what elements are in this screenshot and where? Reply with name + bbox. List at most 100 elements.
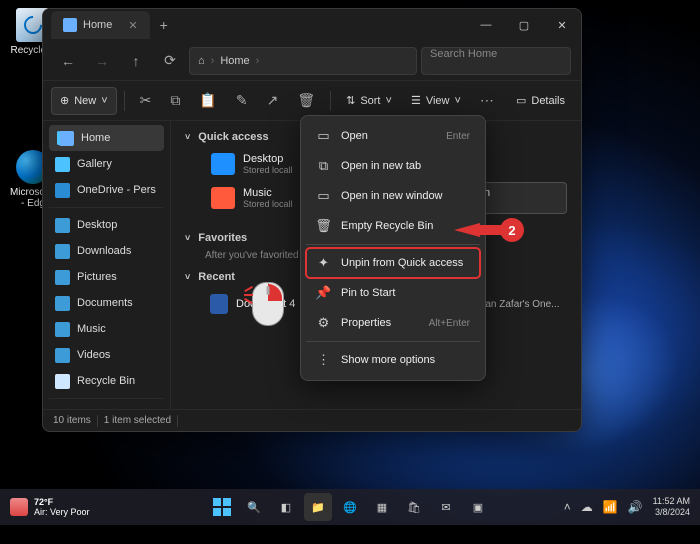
breadcrumb[interactable]: ⌂› Home›: [189, 47, 417, 75]
titlebar[interactable]: Home ✕ + — ▢ ✕: [43, 9, 581, 41]
context-menu-item[interactable]: 📌 Pin to Start: [306, 278, 480, 308]
menu-icon: ▭: [316, 189, 331, 204]
close-button[interactable]: ✕: [543, 9, 581, 41]
menu-shortcut: Enter: [446, 131, 470, 142]
folder-icon: [55, 218, 70, 233]
sort-button[interactable]: ⇅ Sort ˅: [338, 87, 400, 115]
up-button[interactable]: ↑: [121, 46, 151, 76]
sidebar-item[interactable]: Videos: [49, 342, 164, 368]
tray-onedrive-icon[interactable]: ☁: [581, 500, 593, 514]
taskbar-edge[interactable]: 🌐: [336, 493, 364, 521]
folder-icon: [211, 187, 235, 209]
sidebar-item[interactable]: Recycle Bin: [49, 368, 164, 394]
forward-button[interactable]: →: [87, 46, 117, 76]
sidebar-item[interactable]: Documents: [49, 290, 164, 316]
refresh-button[interactable]: ⟳: [155, 46, 185, 76]
taskbar-weather[interactable]: 72°FAir: Very Poor: [10, 497, 90, 517]
tab-home[interactable]: Home ✕: [51, 11, 150, 39]
context-menu: ▭ Open Enter ⧉ Open in new tab ▭Open in new w…: [300, 115, 486, 381]
taskbar[interactable]: 72°FAir: Very Poor 🔍 ◧ 📁 🌐 ▦ 🛍 ✉ ▣ ˄ ☁ 📶…: [0, 489, 700, 525]
tray-volume-icon[interactable]: 🔊: [628, 500, 643, 514]
sidebar-item-label: Downloads: [77, 245, 131, 257]
share-button[interactable]: ↗: [259, 87, 287, 115]
delete-button[interactable]: 🗑: [289, 87, 323, 115]
menu-label: Open: [341, 130, 368, 142]
back-button[interactable]: ←: [53, 46, 83, 76]
status-selection: 1 item selected: [104, 415, 171, 426]
annotation-callout: 2: [454, 218, 524, 242]
taskbar-clock[interactable]: 11:52 AM 3/8/2024: [653, 496, 690, 518]
taskbar-app[interactable]: ✉: [432, 493, 460, 521]
menu-icon: ⧉: [316, 159, 331, 174]
menu-label: Open in new tab: [341, 160, 421, 172]
taskbar-app[interactable]: ▣: [464, 493, 492, 521]
nav-sidebar: Home GalleryOneDrive - Pers Desktop Downloa…: [43, 121, 171, 409]
sidebar-item[interactable]: Pictures: [49, 264, 164, 290]
annotation-badge: 2: [500, 218, 524, 242]
breadcrumb-segment[interactable]: Home: [220, 55, 249, 67]
menu-icon: ▭: [316, 129, 331, 144]
nav-toolbar: ← → ↑ ⟳ ⌂› Home› Search Home: [43, 41, 581, 81]
context-menu-item[interactable]: ▭Open in new window: [306, 181, 480, 211]
sidebar-item[interactable]: Desktop: [49, 212, 164, 238]
folder-icon: [55, 374, 70, 389]
details-button[interactable]: ▭ Details: [508, 87, 573, 115]
sidebar-item-label: Music: [77, 323, 106, 335]
home-icon: ⌂: [198, 55, 205, 67]
context-menu-item[interactable]: ✦Unpin from Quick access: [306, 248, 480, 278]
sidebar-item[interactable]: Gallery: [49, 151, 164, 177]
tray-chevron-icon[interactable]: ˄: [564, 500, 571, 514]
menu-shortcut: Alt+Enter: [429, 318, 470, 329]
mouse-illustration: [252, 282, 284, 326]
taskbar-taskview[interactable]: ◧: [272, 493, 300, 521]
new-tab-button[interactable]: +: [160, 17, 168, 33]
item-subtitle: Stored locall: [243, 199, 293, 209]
more-button[interactable]: ⋯: [472, 87, 502, 115]
view-button[interactable]: ☰ View ˅: [403, 87, 469, 115]
menu-icon: ⋮: [316, 353, 331, 368]
folder-icon: [55, 157, 70, 172]
sidebar-item[interactable]: Downloads: [49, 238, 164, 264]
folder-icon: [55, 322, 70, 337]
maximize-button[interactable]: ▢: [505, 9, 543, 41]
system-tray[interactable]: ˄ ☁ 📶 🔊 11:52 AM 3/8/2024: [564, 496, 690, 518]
weather-icon: [10, 498, 28, 516]
sidebar-item[interactable]: Music: [49, 316, 164, 342]
sidebar-item[interactable]: Home: [49, 125, 164, 151]
start-button[interactable]: [208, 493, 236, 521]
item-name: Music: [243, 187, 293, 199]
sidebar-item-label: Home: [81, 132, 110, 144]
arrow-icon: [454, 223, 480, 237]
context-menu-item[interactable]: ▭ Open Enter: [306, 121, 480, 151]
menu-icon: 📌: [316, 286, 331, 301]
taskbar-app[interactable]: ▦: [368, 493, 396, 521]
context-menu-item[interactable]: ⚙PropertiesAlt+Enter: [306, 308, 480, 338]
tray-wifi-icon[interactable]: 📶: [603, 500, 618, 514]
taskbar-explorer[interactable]: 📁: [304, 493, 332, 521]
close-tab-icon[interactable]: ✕: [128, 19, 137, 32]
taskbar-search[interactable]: 🔍: [240, 493, 268, 521]
status-item-count: 10 items: [53, 415, 91, 426]
folder-icon: [55, 296, 70, 311]
menu-label: Empty Recycle Bin: [341, 220, 433, 232]
copy-button[interactable]: ⧉: [162, 87, 188, 115]
folder-icon: [211, 153, 235, 175]
context-menu-item[interactable]: ⋮Show more options: [306, 345, 480, 375]
new-button[interactable]: ⊕ New ˅: [51, 87, 117, 115]
menu-label: Pin to Start: [341, 287, 395, 299]
folder-icon: [55, 183, 70, 198]
sidebar-item-label: Pictures: [77, 271, 117, 283]
minimize-button[interactable]: —: [467, 9, 505, 41]
taskbar-store[interactable]: 🛍: [400, 493, 428, 521]
search-input[interactable]: Search Home: [421, 47, 571, 75]
folder-icon: [55, 348, 70, 363]
paste-button[interactable]: 📋: [191, 87, 224, 115]
cut-button[interactable]: ✂: [132, 87, 160, 115]
sidebar-item-label: Desktop: [77, 219, 117, 231]
rename-button[interactable]: ✎: [228, 87, 256, 115]
sidebar-item[interactable]: OneDrive - Pers: [49, 177, 164, 203]
context-menu-item[interactable]: ⧉ Open in new tab: [306, 151, 480, 181]
item-subtitle: Stored locall: [243, 165, 293, 175]
folder-icon: [59, 131, 74, 146]
menu-icon: ✦: [316, 256, 331, 271]
